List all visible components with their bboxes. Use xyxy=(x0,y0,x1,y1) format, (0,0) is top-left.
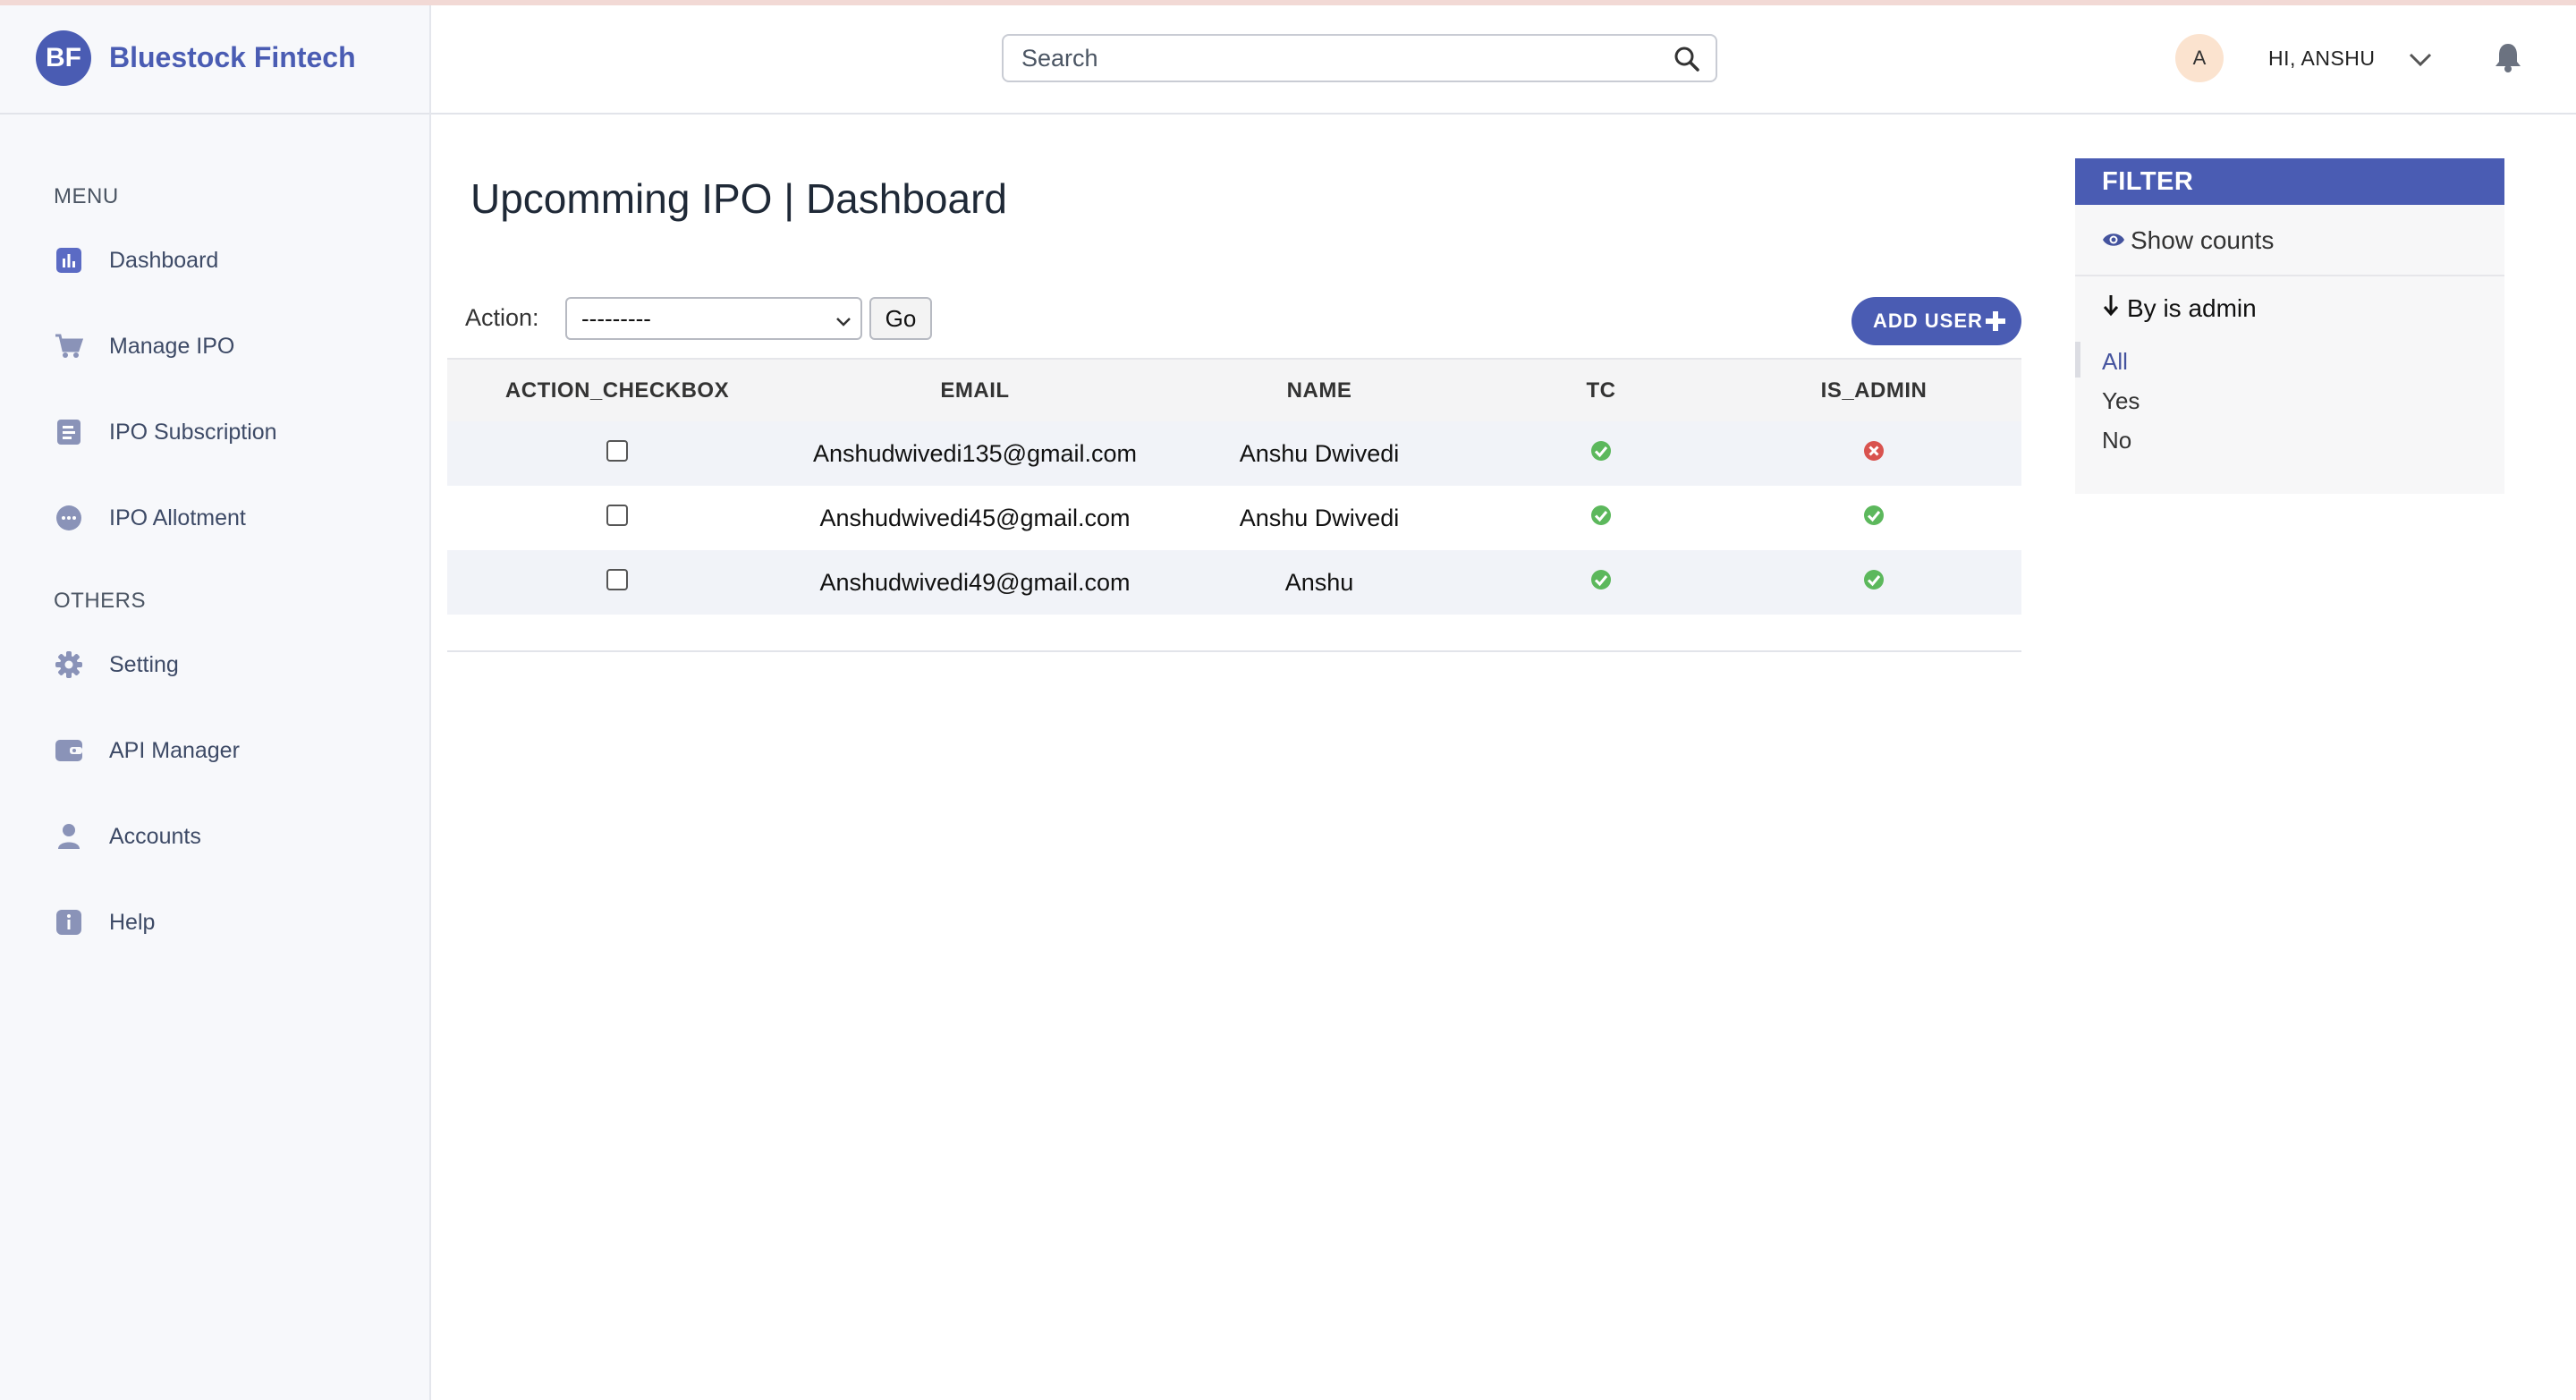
action-label: Action: xyxy=(465,304,539,331)
go-button[interactable]: Go xyxy=(869,297,932,340)
sidebar: BF Bluestock Fintech MENU Dashboard Mana… xyxy=(0,5,431,1400)
table-row: Anshudwivedi45@gmail.com Anshu Dwivedi xyxy=(447,486,2021,550)
bar-chart-icon xyxy=(54,245,84,276)
filter-panel: FILTER Show counts By is admin All Yes N… xyxy=(2075,158,2504,494)
check-circle-icon xyxy=(1590,440,1612,467)
top-header: A HI, ANSHU xyxy=(431,5,2576,115)
column-header-name[interactable]: NAME xyxy=(1163,359,1476,421)
add-user-label: ADD USER xyxy=(1873,310,1983,332)
selected-indicator xyxy=(2075,342,2080,378)
sidebar-item-label: IPO Allotment xyxy=(109,505,246,530)
column-header-email[interactable]: EMAIL xyxy=(787,359,1163,421)
check-circle-icon xyxy=(1590,569,1612,596)
table-row: Anshudwivedi49@gmail.com Anshu xyxy=(447,550,2021,615)
email-cell[interactable]: Anshudwivedi135@gmail.com xyxy=(787,421,1163,486)
page-title: Upcomming IPO | Dashboard xyxy=(470,175,1007,222)
search-input[interactable] xyxy=(1021,44,1648,72)
show-counts-label: Show counts xyxy=(2131,226,2275,254)
add-user-button[interactable]: ADD USER xyxy=(1852,297,2021,345)
plus-icon xyxy=(1984,310,2007,333)
menu-section-label: MENU xyxy=(54,184,119,208)
filter-by-label: By is admin xyxy=(2127,293,2257,322)
sidebar-item-ipo-subscription[interactable]: IPO Subscription xyxy=(54,410,411,454)
column-header-tc[interactable]: TC xyxy=(1476,359,1726,421)
action-select[interactable]: --------- xyxy=(565,297,862,340)
row-checkbox[interactable] xyxy=(606,568,628,590)
search-icon[interactable] xyxy=(1673,45,1701,73)
sidebar-item-setting[interactable]: Setting xyxy=(54,642,411,687)
user-greeting[interactable]: HI, ANSHU xyxy=(2268,47,2376,71)
sidebar-item-help[interactable]: Help xyxy=(54,900,411,945)
sidebar-item-label: Setting xyxy=(109,651,179,677)
sidebar-item-manage-ipo[interactable]: Manage IPO xyxy=(54,324,411,369)
chevron-down-icon[interactable] xyxy=(2406,45,2435,73)
sidebar-item-label: Accounts xyxy=(109,823,201,849)
cart-icon xyxy=(54,331,84,361)
filter-by-is-admin-heading: By is admin xyxy=(2102,293,2257,323)
sidebar-item-accounts[interactable]: Accounts xyxy=(54,814,411,859)
check-circle-icon xyxy=(1590,505,1612,531)
brand-logo[interactable]: BF xyxy=(36,30,91,86)
action-selected-value: --------- xyxy=(581,304,651,332)
chat-icon xyxy=(54,503,84,533)
arrow-down-icon xyxy=(2102,293,2120,323)
filter-title: FILTER xyxy=(2075,158,2504,205)
name-cell: Anshu Dwivedi xyxy=(1239,439,1400,467)
filter-divider xyxy=(2075,275,2504,276)
others-section-label: OTHERS xyxy=(54,589,147,613)
column-header-action-checkbox[interactable]: ACTION_CHECKBOX xyxy=(447,359,787,421)
row-checkbox[interactable] xyxy=(606,439,628,462)
user-icon xyxy=(54,821,84,852)
search-box xyxy=(1002,34,1717,82)
column-header-is-admin[interactable]: IS_ADMIN xyxy=(1726,359,2021,421)
name-cell: Anshu Dwivedi xyxy=(1239,504,1400,531)
x-circle-icon xyxy=(1863,440,1885,467)
avatar[interactable]: A xyxy=(2175,34,2224,82)
api-card-icon xyxy=(54,735,84,766)
document-icon xyxy=(54,417,84,447)
chevron-down-icon xyxy=(834,310,853,329)
gear-icon xyxy=(54,649,84,680)
sidebar-item-label: API Manager xyxy=(109,737,240,763)
brand-header: BF Bluestock Fintech xyxy=(0,5,429,115)
brand-name[interactable]: Bluestock Fintech xyxy=(109,41,356,74)
check-circle-icon xyxy=(1863,505,1885,531)
row-checkbox[interactable] xyxy=(606,504,628,526)
users-table: ACTION_CHECKBOX EMAIL NAME TC IS_ADMIN A… xyxy=(447,358,2021,615)
sidebar-item-label: IPO Subscription xyxy=(109,419,277,445)
filter-option-yes[interactable]: Yes xyxy=(2102,387,2140,415)
email-cell[interactable]: Anshudwivedi49@gmail.com xyxy=(787,550,1163,615)
filter-option-no[interactable]: No xyxy=(2102,427,2131,454)
show-counts-link[interactable]: Show counts xyxy=(2102,226,2274,255)
bell-icon[interactable] xyxy=(2492,41,2524,73)
table-divider xyxy=(447,650,2021,652)
sidebar-item-dashboard[interactable]: Dashboard xyxy=(54,238,411,283)
email-cell[interactable]: Anshudwivedi45@gmail.com xyxy=(787,486,1163,550)
check-circle-icon xyxy=(1863,569,1885,596)
info-icon xyxy=(54,907,84,938)
sidebar-item-label: Manage IPO xyxy=(109,333,235,359)
sidebar-item-label: Dashboard xyxy=(109,247,219,273)
sidebar-item-label: Help xyxy=(109,909,156,935)
name-cell: Anshu xyxy=(1284,568,1354,596)
filter-option-all[interactable]: All xyxy=(2102,348,2128,376)
table-row: Anshudwivedi135@gmail.com Anshu Dwivedi xyxy=(447,421,2021,486)
table-header-row: ACTION_CHECKBOX EMAIL NAME TC IS_ADMIN xyxy=(447,359,2021,421)
sidebar-item-ipo-allotment[interactable]: IPO Allotment xyxy=(54,496,411,540)
sidebar-item-api-manager[interactable]: API Manager xyxy=(54,728,411,773)
eye-icon xyxy=(2102,226,2125,255)
